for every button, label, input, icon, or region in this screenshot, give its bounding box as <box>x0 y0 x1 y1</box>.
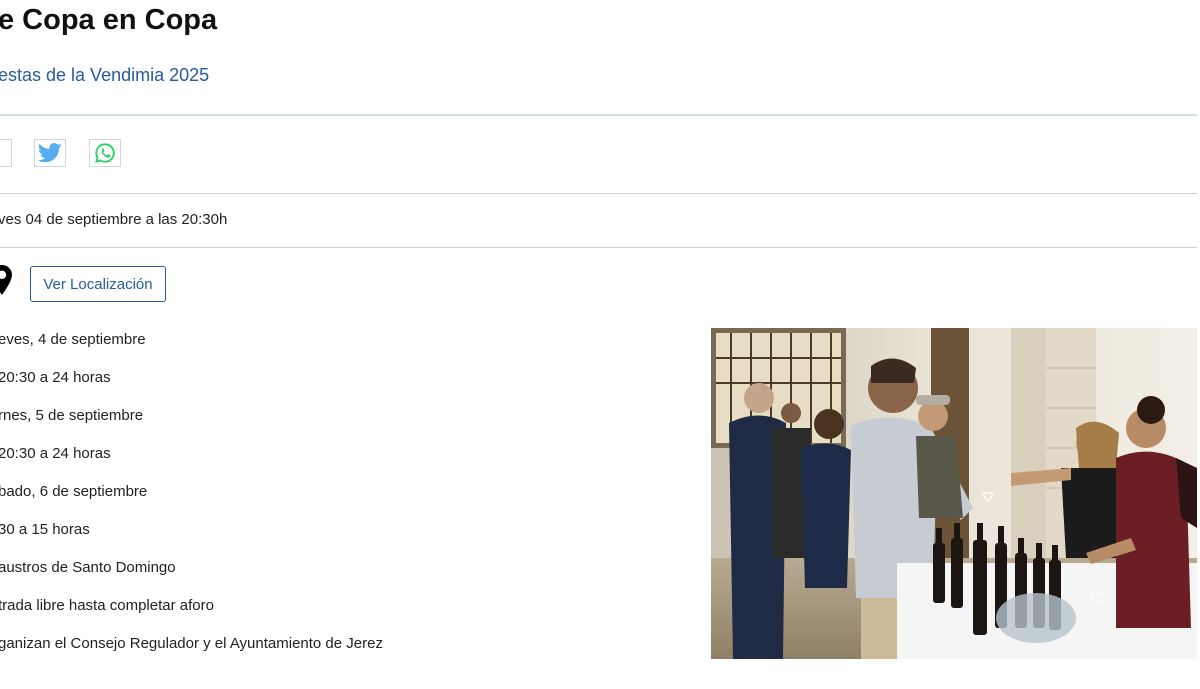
whatsapp-icon <box>95 143 115 163</box>
twitter-bird-icon <box>38 143 62 163</box>
page-title: e Copa en Copa <box>0 4 218 36</box>
event-page: e Copa en Copa estas de la Vendimia 2025… <box>0 0 1200 689</box>
share-facebook-button[interactable] <box>0 139 12 167</box>
list-item: 20:30 a 24 horas <box>0 445 111 462</box>
event-photo <box>711 328 1197 659</box>
wine-tasting-photo <box>711 328 1197 659</box>
map-pin-icon <box>0 265 12 295</box>
list-item: ganizan el Consejo Regulador y el Ayunta… <box>0 635 383 652</box>
list-item: eves, 4 de septiembre <box>0 331 146 348</box>
header-divider <box>0 114 1197 116</box>
date-divider <box>0 247 1197 248</box>
view-location-button[interactable]: Ver Localización <box>30 266 166 302</box>
share-twitter-button[interactable] <box>34 139 66 167</box>
share-divider <box>0 193 1197 194</box>
list-item: rnes, 5 de septiembre <box>0 407 144 424</box>
list-item: austros de Santo Domingo <box>0 559 176 576</box>
list-item: trada libre hasta completar aforo <box>0 597 214 614</box>
list-item: 20:30 a 24 horas <box>0 369 111 386</box>
event-details-list: eves, 4 de septiembre 20:30 a 24 horas r… <box>0 330 383 672</box>
share-whatsapp-button[interactable] <box>89 139 121 167</box>
event-subtitle: estas de la Vendimia 2025 <box>0 65 210 85</box>
list-item: 30 a 15 horas <box>0 521 90 538</box>
list-item: bado, 6 de septiembre <box>0 483 148 500</box>
event-date: ves 04 de septiembre a las 20:30h <box>0 211 228 228</box>
